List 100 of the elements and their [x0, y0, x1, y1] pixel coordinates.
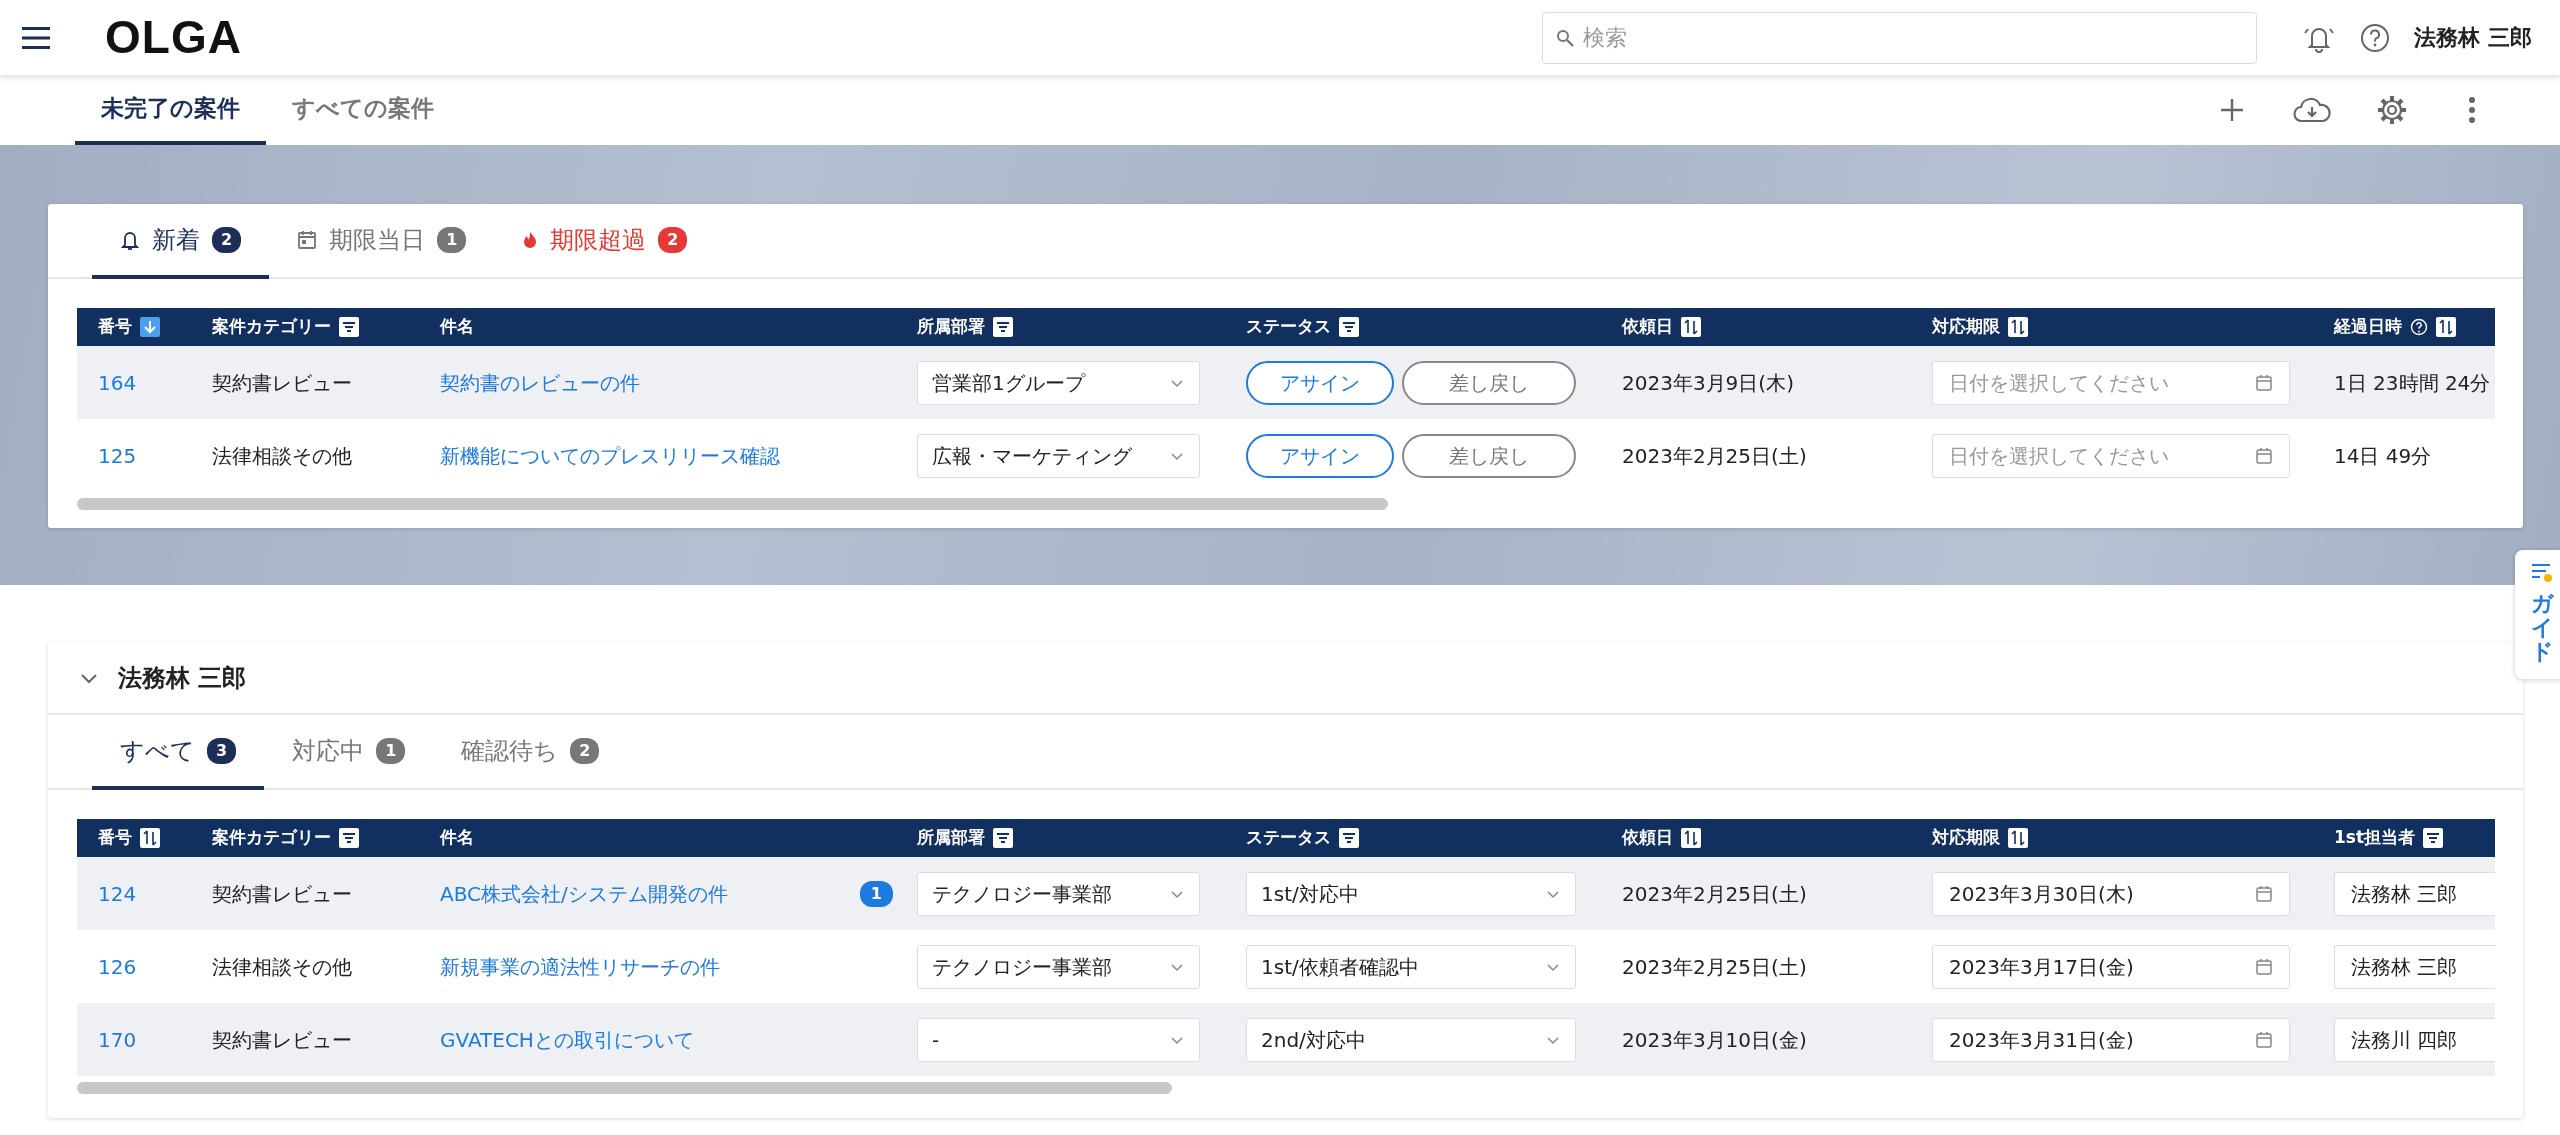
case-number-link[interactable]: 125	[98, 443, 137, 468]
table-cell-text: 2023年3月10日(金)	[1622, 1026, 1808, 1054]
column-header[interactable]: 依頼日	[1622, 314, 1673, 340]
assignee-field[interactable]: 法務林 三郎	[2334, 871, 2495, 916]
comment-count-badge: 1	[859, 880, 893, 907]
assignee-field[interactable]: 法務川 四郎	[2334, 1017, 2495, 1062]
calendar-icon	[2255, 373, 2273, 392]
menu-icon[interactable]	[22, 26, 50, 49]
count-badge: 1	[376, 737, 406, 764]
department-select[interactable]: 広報・マーケティング	[917, 433, 1200, 478]
flame-icon	[522, 229, 539, 250]
guide-label: ガイド	[2530, 592, 2553, 665]
filter-icon	[993, 828, 1013, 848]
table-cell-text: 法律相談その他	[212, 953, 353, 981]
horizontal-scrollbar[interactable]	[77, 498, 1388, 510]
guide-tab[interactable]: ガイド	[2515, 550, 2560, 679]
table-cell: 1日 23時間 24分	[2334, 370, 2491, 395]
horizontal-scrollbar[interactable]	[77, 1082, 1172, 1094]
table-cell-text: 2023年2月25日(土)	[1622, 953, 1808, 981]
cloud-download-icon	[2292, 96, 2332, 124]
help-icon	[2410, 318, 2428, 336]
case-number-link[interactable]: 164	[98, 370, 137, 395]
date-field[interactable]: 2023年3月30日(木)	[1932, 871, 2290, 916]
gear-icon	[2376, 94, 2408, 126]
date-field[interactable]: 2023年3月17日(金)	[1932, 944, 2290, 989]
tab[interactable]: 確認待ち 2	[433, 715, 628, 790]
column-header[interactable]: 番号	[98, 825, 132, 851]
logo[interactable]: OLGA	[105, 3, 242, 72]
table-cell-text: 契約書レビュー	[212, 880, 353, 908]
tab[interactable]: 期限当日 1	[269, 204, 495, 279]
status-select[interactable]: 2nd/対応中	[1246, 1017, 1576, 1062]
column-header[interactable]: 所属部署	[917, 825, 985, 851]
status-select[interactable]: 1st/対応中	[1246, 871, 1576, 916]
case-title-link[interactable]: 契約書のレビューの件	[440, 367, 640, 398]
department-select[interactable]: テクノロジー事業部	[917, 944, 1200, 989]
guide-icon	[2529, 562, 2554, 584]
column-header[interactable]: 1st担当者	[2334, 825, 2416, 851]
calendar-icon	[2255, 884, 2273, 903]
page-tab[interactable]: すべての案件	[266, 75, 460, 145]
count-badge: 1	[437, 226, 467, 253]
column-header[interactable]: 案件カテゴリー	[212, 825, 331, 851]
calendar-icon	[2255, 446, 2273, 465]
kebab-icon	[2468, 96, 2476, 124]
return-button[interactable]: 差し戻し	[1402, 360, 1576, 405]
column-header[interactable]: 経過日時	[2334, 314, 2402, 340]
assignee-field[interactable]: 法務林 三郎	[2334, 944, 2495, 989]
table-cell-text: 2023年3月9日(木)	[1622, 369, 1795, 397]
tab[interactable]: 期限超過 2	[494, 204, 716, 279]
table-cell-text: 契約書レビュー	[212, 1026, 353, 1054]
tab[interactable]: 新着 2	[92, 204, 270, 279]
filter-icon	[339, 828, 359, 848]
table-cell: 14日 49分	[2334, 443, 2432, 468]
filter-icon	[339, 317, 359, 337]
column-header[interactable]: 案件カテゴリー	[212, 314, 331, 340]
count-badge: 2	[658, 226, 688, 253]
table-cell-text: 契約書レビュー	[212, 369, 353, 397]
column-header[interactable]: 対応期限	[1932, 825, 2000, 851]
calendar-icon	[297, 229, 318, 250]
department-select[interactable]: -	[917, 1017, 1200, 1062]
calendar-icon	[2255, 1030, 2273, 1049]
table-cell-text: 2023年2月25日(土)	[1622, 442, 1808, 470]
column-header[interactable]: 件名	[440, 314, 474, 340]
column-header[interactable]: 依頼日	[1622, 825, 1673, 851]
case-title-link[interactable]: 新機能についてのプレスリリース確認	[440, 440, 780, 471]
department-select[interactable]: 営業部1グループ	[917, 360, 1200, 405]
assignee-name: 法務林 三郎	[118, 662, 247, 694]
column-header[interactable]: 所属部署	[917, 314, 985, 340]
department-select[interactable]: テクノロジー事業部	[917, 871, 1200, 916]
case-number-link[interactable]: 124	[98, 881, 137, 906]
tab[interactable]: 対応中 1	[264, 715, 434, 790]
case-title-link[interactable]: GVATECHとの取引について	[440, 1024, 694, 1055]
assign-button[interactable]: アサイン	[1246, 360, 1394, 405]
filter-icon	[1339, 828, 1359, 848]
status-select[interactable]: 1st/依頼者確認中	[1246, 944, 1576, 989]
count-badge: 2	[212, 226, 242, 253]
user-name[interactable]: 法務林 三郎	[2414, 21, 2532, 54]
column-header[interactable]: 対応期限	[1932, 314, 2000, 340]
column-header[interactable]: ステータス	[1246, 314, 1331, 340]
filter-icon	[1339, 317, 1359, 337]
case-title-link[interactable]: ABC株式会社/システム開発の件	[440, 878, 728, 909]
calendar-icon	[2255, 957, 2273, 976]
table-cell-text: 法律相談その他	[212, 442, 353, 470]
case-title-link[interactable]: 新規事業の適法性リサーチの件	[440, 951, 720, 982]
count-badge: 2	[570, 737, 600, 764]
column-header[interactable]: 件名	[440, 825, 474, 851]
column-header[interactable]: 番号	[98, 314, 132, 340]
table-cell-text: 2023年2月25日(土)	[1622, 880, 1808, 908]
case-number-link[interactable]: 126	[98, 954, 137, 979]
filter-icon	[2423, 828, 2444, 848]
plus-icon	[2219, 97, 2245, 123]
tab[interactable]: すべて 3	[92, 715, 265, 790]
assign-button[interactable]: アサイン	[1246, 433, 1394, 478]
count-badge: 3	[207, 737, 237, 764]
column-header[interactable]: ステータス	[1246, 825, 1331, 851]
return-button[interactable]: 差し戻し	[1402, 433, 1576, 478]
case-number-link[interactable]: 170	[98, 1027, 137, 1052]
date-field[interactable]: 2023年3月31日(金)	[1932, 1017, 2290, 1062]
filter-icon	[993, 317, 1013, 337]
search-field[interactable]: 検索	[1542, 11, 2258, 64]
help-icon[interactable]	[2360, 22, 2391, 53]
